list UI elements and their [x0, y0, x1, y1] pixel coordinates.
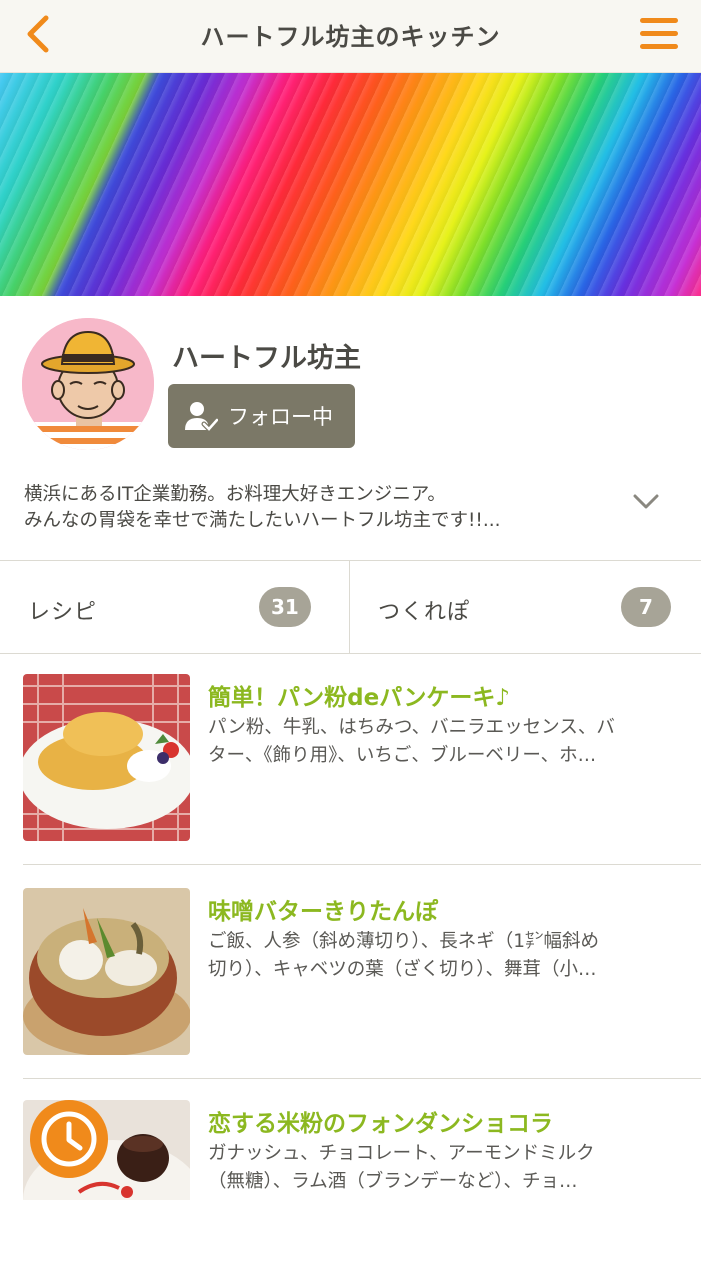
avatar[interactable]: [22, 318, 154, 450]
clock-icon: [41, 1111, 97, 1167]
count-badge: 7: [621, 587, 671, 627]
ingredients-line: （無糖）、ラム酒（ブランデーなど）、チョ…: [208, 1171, 578, 1192]
history-clock-button[interactable]: [30, 1100, 108, 1178]
recipe-ingredients: ガナッシュ、チョコレート、アーモンドミルク （無糖）、ラム酒（ブランデーなど）、…: [208, 1140, 678, 1196]
hamburger-menu-icon[interactable]: [640, 16, 680, 52]
ingredients-line: パン粉、牛乳、はちみつ、バニラエッセンス、バ: [208, 717, 615, 738]
app-header: ハートフル坊主のキッチン: [0, 0, 701, 73]
follow-label: フォロー中: [228, 405, 333, 429]
user-check-icon: [185, 402, 218, 432]
bio-line: 横浜にあるIT企業勤務。お料理大好きエンジニア。: [24, 484, 446, 505]
ingredients-line: ガナッシュ、チョコレート、アーモンドミルク: [208, 1143, 595, 1164]
count-badge: 31: [259, 587, 311, 627]
ingredients-line: ご飯、人参（斜め薄切り）、長ネギ（1㌢幅斜め: [208, 931, 600, 952]
recipe-title[interactable]: 味噌バターきりたんぽ: [208, 892, 438, 926]
chevron-down-icon[interactable]: [632, 492, 660, 512]
recipe-thumbnail[interactable]: [23, 674, 190, 841]
tab-recipes[interactable]: レシピ 31: [0, 561, 350, 653]
ingredients-line: 切り）、キャベツの葉（ざく切り）、舞茸（小…: [208, 959, 597, 980]
user-name[interactable]: ハートフル坊主: [172, 336, 361, 375]
recipe-ingredients: ご飯、人参（斜め薄切り）、長ネギ（1㌢幅斜め 切り）、キャベツの葉（ざく切り）、…: [208, 928, 678, 984]
kitchen-cover-image: [0, 73, 701, 296]
tab-label: レシピ: [28, 600, 98, 625]
bio-line: みんなの胃袋を幸せで満たしたいハートフル坊主です!!...: [24, 510, 501, 531]
follow-button[interactable]: フォロー中: [168, 384, 355, 448]
profile-bio: 横浜にあるIT企業勤務。お料理大好きエンジニア。 みんなの胃袋を幸せで満たしたい…: [24, 482, 604, 534]
recipe-thumbnail[interactable]: [23, 888, 190, 1055]
divider: [23, 1078, 701, 1079]
recipe-title[interactable]: 恋する米粉のフォンダンショコラ: [208, 1104, 553, 1138]
tab-label: つくれぽ: [378, 600, 471, 625]
ingredients-line: ター、《飾り用》、いちご、ブルーベリー、ホ…: [208, 745, 597, 766]
recipe-ingredients: パン粉、牛乳、はちみつ、バニラエッセンス、バ ター、《飾り用》、いちご、ブルーベ…: [208, 714, 678, 770]
divider: [0, 653, 701, 654]
recipe-title[interactable]: 簡単！パン粉deパンケーキ♪: [208, 678, 510, 712]
tab-tsukurepo[interactable]: つくれぽ 7: [350, 561, 700, 653]
page-title: ハートフル坊主のキッチン: [200, 23, 501, 51]
divider: [23, 864, 701, 865]
